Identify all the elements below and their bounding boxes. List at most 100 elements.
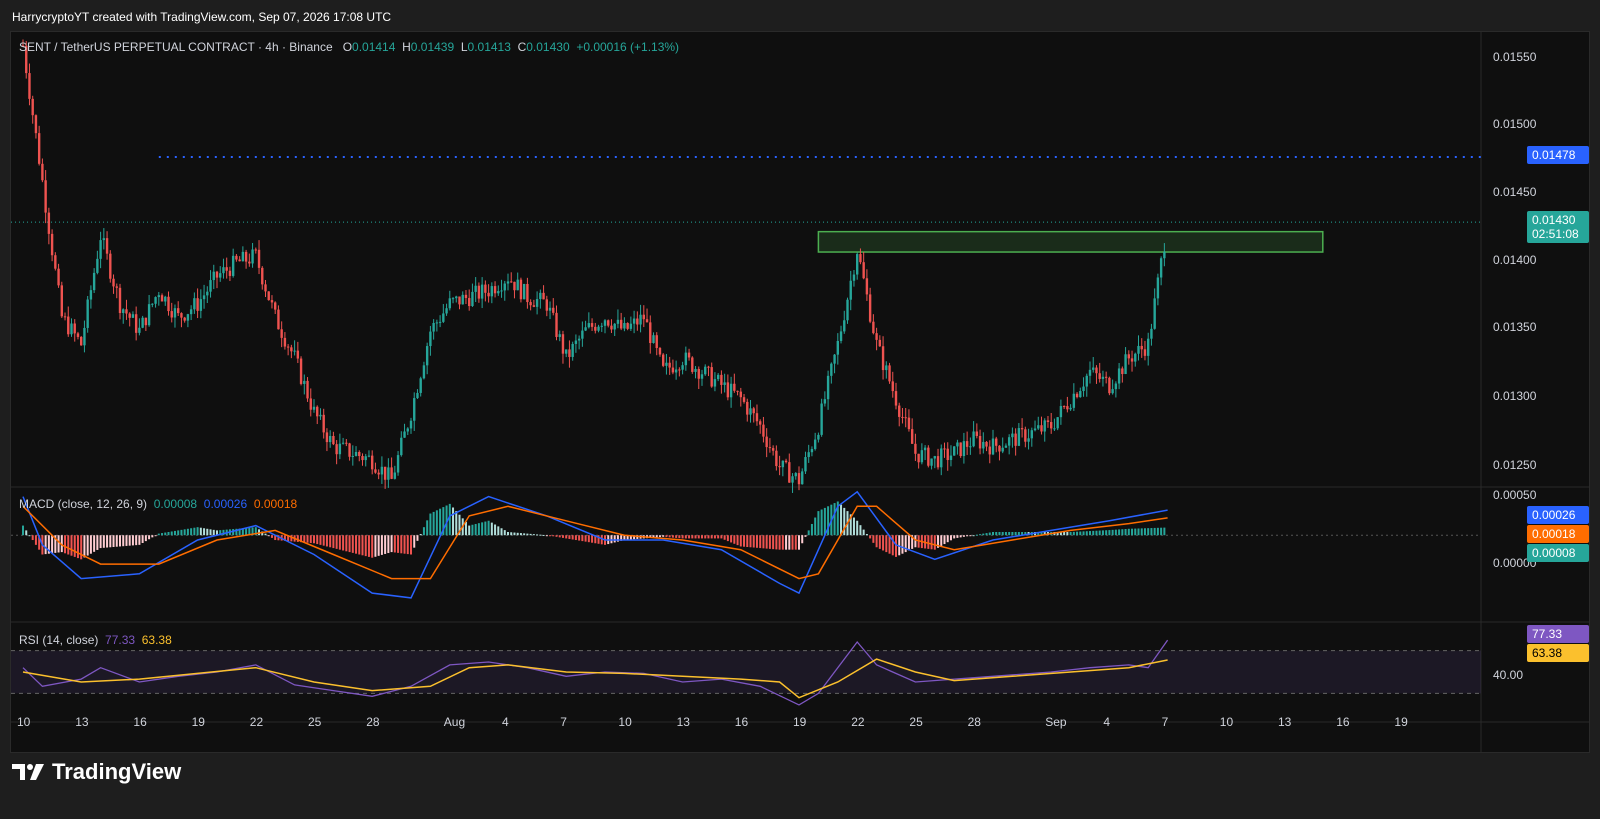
macd-histogram-bar — [358, 535, 361, 555]
macd-histogram-bar — [885, 535, 888, 553]
candle-body — [380, 466, 384, 475]
candle-body — [1024, 429, 1027, 442]
candle-body — [387, 467, 390, 480]
candle-body — [587, 323, 591, 328]
candle-body — [684, 352, 688, 366]
macd-histogram-bar — [209, 529, 212, 536]
candle-body — [975, 431, 979, 436]
candle-body — [856, 254, 859, 275]
candle-body — [189, 309, 193, 315]
macd-histogram-bar — [1066, 532, 1069, 536]
candle-body — [290, 347, 293, 352]
macd-histogram-bar — [1082, 531, 1085, 536]
candle-body — [1037, 425, 1040, 429]
candle-body — [480, 284, 484, 299]
macd-histogram-bar — [878, 535, 881, 549]
candle-body — [1030, 430, 1033, 439]
candle-body — [982, 441, 985, 449]
candle-body — [131, 314, 135, 318]
candle-body — [41, 163, 44, 181]
macd-histogram-bar — [44, 535, 47, 555]
candle-body — [60, 285, 63, 317]
high-label: H — [402, 40, 411, 54]
macd-histogram-bar — [671, 535, 674, 538]
macd-histogram-bar — [313, 535, 315, 544]
price-tick: 0.01400 — [1493, 253, 1537, 267]
macd-histogram-bar — [364, 535, 367, 557]
candle-body — [147, 304, 151, 326]
macd-histogram-bar — [342, 535, 345, 551]
candle-body — [674, 369, 678, 373]
candle-body — [1137, 345, 1140, 354]
macd-histogram-bar — [413, 535, 416, 548]
time-tick: 22 — [851, 715, 865, 729]
candle-body — [425, 346, 429, 366]
candle-body — [1085, 375, 1088, 387]
candle-body — [468, 298, 471, 307]
candle-body — [167, 296, 170, 312]
candle-body — [623, 323, 626, 329]
candle-body — [393, 472, 397, 479]
candle-body — [1143, 349, 1147, 356]
macd-histogram-bar — [397, 535, 400, 553]
candle-body — [991, 438, 995, 455]
candle-body — [885, 365, 888, 371]
macd-histogram-bar — [953, 535, 956, 539]
candle-body — [177, 308, 180, 314]
candle-body — [471, 291, 474, 307]
macd-histogram-bar — [426, 520, 429, 536]
candle-body — [607, 320, 610, 326]
candle-body — [1027, 438, 1030, 442]
candle-body — [652, 335, 655, 344]
macd-histogram-bar — [513, 532, 516, 536]
time-tick: 19 — [191, 715, 205, 729]
candle-body — [639, 314, 642, 325]
candle-body — [118, 287, 122, 314]
macd-histogram-bar — [574, 535, 577, 541]
candle-body — [92, 272, 96, 291]
candle-body — [50, 233, 54, 256]
candle-body — [1153, 298, 1156, 329]
candle-body — [768, 447, 772, 449]
candle-body — [1046, 420, 1050, 423]
macd-histogram-bar — [807, 530, 810, 536]
macd-histogram-bar — [1118, 529, 1121, 536]
candle-body — [804, 457, 807, 472]
candle-body — [665, 362, 668, 366]
macd-histogram-bar — [691, 535, 694, 539]
time-tick: 19 — [793, 715, 807, 729]
macd-histogram-bar — [1063, 532, 1066, 536]
candle-body — [545, 299, 548, 311]
chart-frame[interactable]: SENT / TetherUS PERPETUAL CONTRACT · 4h … — [10, 31, 1590, 753]
candle-body — [548, 307, 552, 311]
candle-body — [878, 339, 882, 347]
candle-body — [849, 280, 852, 300]
candle-body — [833, 354, 836, 364]
macd-histogram-bar — [477, 523, 480, 536]
macd-histogram-bar — [170, 531, 173, 536]
macd-histogram-bar — [22, 525, 24, 536]
candle-body — [477, 285, 481, 299]
macd-histogram-bar — [1163, 527, 1166, 536]
attribution-bar: HarrycryptoYT created with TradingView.c… — [0, 0, 1600, 30]
price-tick: 0.01300 — [1493, 389, 1537, 403]
candle-body — [319, 414, 322, 417]
macd-histogram-bar — [141, 535, 144, 543]
candle-body — [1056, 417, 1059, 429]
level-price-tag: 0.01478 — [1527, 146, 1589, 164]
macd-histogram-bar — [581, 535, 584, 542]
candle-body — [1117, 368, 1121, 384]
candle-body — [552, 307, 555, 313]
chart-canvas[interactable] — [11, 32, 1589, 752]
macd-histogram-bar — [668, 535, 671, 538]
macd-histogram-bar — [962, 535, 965, 537]
macd-histogram-bar — [982, 533, 985, 536]
macd-histogram-bar — [655, 535, 658, 538]
candle-body — [859, 254, 862, 263]
macd-histogram-bar — [306, 535, 309, 543]
tradingview-branding[interactable]: TradingView — [12, 759, 181, 785]
macd-histogram-bar — [177, 530, 180, 536]
candle-body — [364, 456, 367, 461]
candle-body — [671, 367, 675, 373]
candle-body — [914, 443, 917, 454]
